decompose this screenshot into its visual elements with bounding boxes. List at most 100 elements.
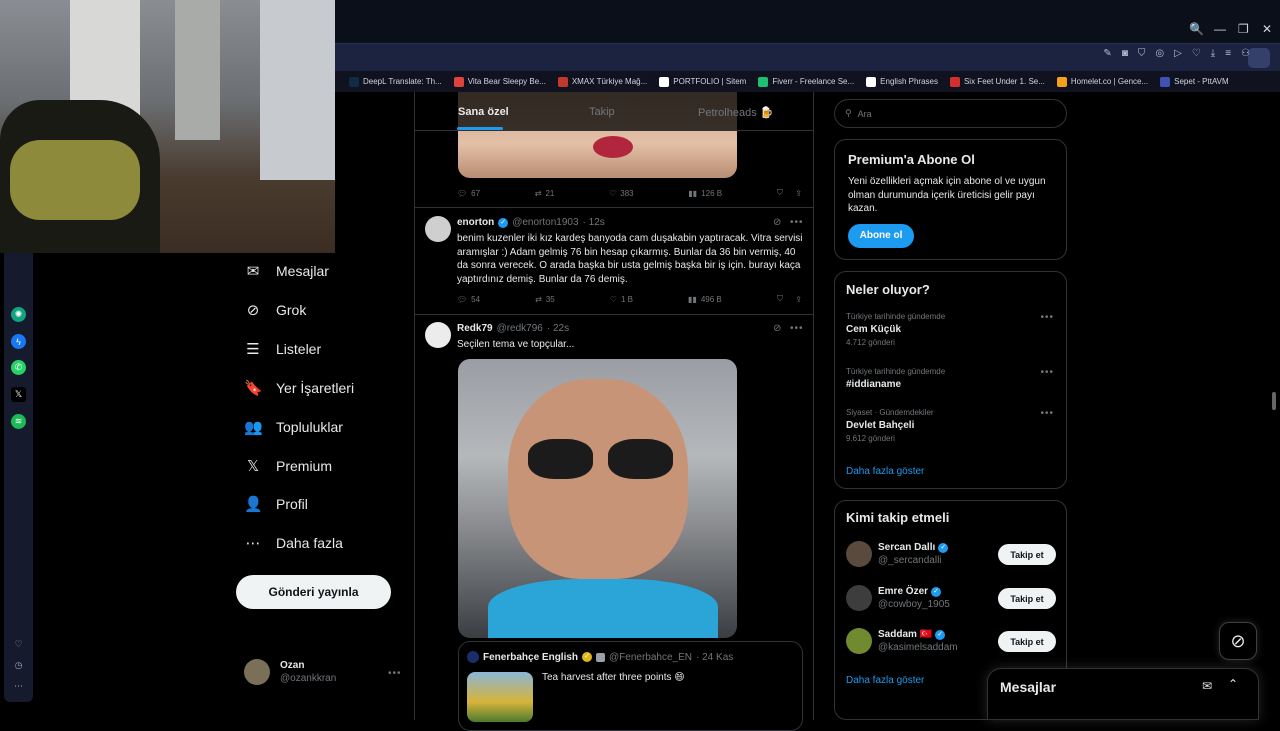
- messages-drawer[interactable]: Mesajlar ✉ ⌃: [987, 668, 1259, 720]
- grok-icon[interactable]: ⊘: [773, 217, 782, 228]
- follow-suggestion[interactable]: Saddam 🇹🇷 ✓ @kasimelsaddam: [846, 628, 958, 654]
- whatsapp-icon[interactable]: ✆: [11, 360, 26, 375]
- trend-more-icon[interactable]: •••: [1040, 367, 1054, 378]
- edit-icon[interactable]: ✎: [1103, 48, 1111, 59]
- follow-show-more-link[interactable]: Daha fazla göster: [846, 675, 924, 686]
- subscribe-button[interactable]: Abone ol: [848, 223, 914, 248]
- trends-show-more-link[interactable]: Daha fazla göster: [846, 466, 924, 477]
- bookmark-item[interactable]: Sepet - PttAVM: [1160, 76, 1229, 87]
- author-name[interactable]: enorton: [457, 217, 494, 228]
- bookmark-icon[interactable]: ⛉: [777, 188, 783, 198]
- share-icon[interactable]: ⇪: [795, 189, 802, 198]
- follow-button[interactable]: Takip et: [998, 588, 1056, 609]
- avatar[interactable]: [425, 322, 451, 348]
- trend-more-icon[interactable]: •••: [1040, 408, 1054, 419]
- tab-petrolheads[interactable]: Petrolheads 🍺: [698, 106, 773, 119]
- play-icon[interactable]: ▷: [1174, 48, 1182, 59]
- x-icon[interactable]: 𝕏: [11, 387, 26, 402]
- account-icon[interactable]: ⚇: [1241, 48, 1250, 59]
- bookmark-item[interactable]: Vita Bear Sleepy Be...: [453, 76, 546, 87]
- reply-button[interactable]: 💬︎ 67: [457, 188, 480, 198]
- nav-item-label: Profil: [276, 496, 308, 512]
- nav-item-profil[interactable]: 👤 Profil: [244, 495, 308, 513]
- menu-icon[interactable]: ≡: [1225, 48, 1231, 59]
- minimize-icon[interactable]: —: [1214, 22, 1226, 36]
- nav-item-topluluklar[interactable]: 👥 Topluluklar: [244, 418, 343, 436]
- bookmark-item[interactable]: Six Feet Under 1. Se...: [949, 76, 1045, 87]
- tweet-image[interactable]: [458, 359, 737, 638]
- author-handle[interactable]: @redk796: [497, 323, 543, 334]
- more-icon[interactable]: ⋯: [11, 679, 26, 694]
- share-icon[interactable]: ⇪: [795, 295, 802, 304]
- follow-button[interactable]: Takip et: [998, 631, 1056, 652]
- messenger-icon[interactable]: ϟ: [11, 334, 26, 349]
- nav-item-listeler[interactable]: ☰ Listeler: [244, 340, 321, 358]
- restore-icon[interactable]: ❐: [1238, 22, 1249, 36]
- vpn-icon[interactable]: ◎: [1155, 48, 1164, 59]
- bookmark-item[interactable]: DeepL Translate: Th...: [349, 76, 442, 87]
- bookmark-icon[interactable]: ⛉: [777, 294, 783, 304]
- shield-icon[interactable]: ⛉: [1138, 48, 1146, 59]
- tweet-more-icon[interactable]: •••: [790, 323, 804, 334]
- retweet-button[interactable]: ⇄ 35: [535, 294, 555, 304]
- bookmark-item[interactable]: English Phrases: [866, 76, 938, 87]
- account-switcher[interactable]: Ozan @ozankkran: [244, 659, 336, 685]
- follow-button[interactable]: Takip et: [998, 544, 1056, 565]
- reply-icon: 💬︎: [457, 188, 468, 198]
- follow-suggestion[interactable]: Emre Özer ✓ @cowboy_1905: [846, 585, 950, 611]
- heart-icon[interactable]: ♡: [1192, 48, 1201, 59]
- trend-item[interactable]: Türkiye tarihinde gündemde Cem Küçük 4.7…: [846, 312, 945, 347]
- tab-for-you[interactable]: Sana özel: [458, 106, 509, 118]
- like-button[interactable]: ♡ 1 B: [610, 294, 633, 304]
- account-more-icon[interactable]: •••: [388, 668, 402, 679]
- quote-author-name: Fenerbahçe English: [483, 651, 579, 663]
- bookmark-item[interactable]: XMAX Türkiye Mağ...: [557, 76, 647, 87]
- history-icon[interactable]: ◷: [11, 658, 26, 673]
- close-icon[interactable]: ✕: [1262, 22, 1272, 36]
- tweet-more-icon[interactable]: •••: [790, 217, 804, 228]
- verified-icon: ✓: [935, 629, 946, 640]
- tab-following[interactable]: Takip: [589, 106, 615, 118]
- nav-item-daha-fazla[interactable]: ⋯ Daha fazla: [244, 534, 343, 552]
- nav-item-yer-i-şaretleri[interactable]: 🔖 Yer İşaretleri: [244, 379, 354, 397]
- post-button[interactable]: Gönderi yayınla: [236, 575, 391, 609]
- retweet-button[interactable]: ⇄ 21: [535, 188, 555, 198]
- avatar[interactable]: [425, 216, 451, 242]
- bookmark-item[interactable]: PORTFOLIO | Sitem: [659, 76, 746, 87]
- trend-more-icon[interactable]: •••: [1040, 312, 1054, 323]
- quote-tweet[interactable]: Fenerbahçe English ✓ @Fenerbahce_EN · 24…: [458, 641, 803, 731]
- bookmark-item[interactable]: Fiverr - Freelance Se...: [758, 76, 854, 87]
- search-icon[interactable]: 🔍: [1189, 22, 1204, 36]
- extension-button[interactable]: [1248, 48, 1270, 68]
- tweet-time[interactable]: · 22s: [547, 323, 569, 334]
- reply-button[interactable]: 💬︎ 54: [457, 294, 480, 304]
- views-icon: ▮▮: [688, 188, 698, 198]
- nav-item-grok[interactable]: ⊘ Grok: [244, 301, 307, 319]
- chatgpt-icon[interactable]: ✺: [11, 307, 26, 322]
- nav-item-premium[interactable]: 𝕏 Premium: [244, 457, 332, 475]
- views-button[interactable]: ▮▮ 126 B: [688, 188, 722, 198]
- trend-item[interactable]: Türkiye tarihinde gündemde #iddianame: [846, 367, 945, 393]
- download-icon[interactable]: ⤓: [1211, 48, 1215, 59]
- bookmarks-bar: DeepL Translate: Th... Vita Bear Sleepy B…: [335, 71, 1280, 92]
- expand-icon[interactable]: ⌃: [1228, 677, 1238, 691]
- author-name[interactable]: Redk79: [457, 323, 493, 334]
- divider: [415, 314, 813, 315]
- grok-icon[interactable]: ⊘: [773, 323, 782, 334]
- page-scrollbar[interactable]: [1272, 392, 1276, 410]
- trend-item[interactable]: Siyaset · Gündemdekiler Devlet Bahçeli 9…: [846, 408, 934, 443]
- author-handle[interactable]: @enorton1903: [512, 217, 578, 228]
- search-input[interactable]: Ara: [858, 109, 872, 119]
- views-button[interactable]: ▮▮ 496 B: [688, 294, 722, 304]
- spotify-icon[interactable]: ≋: [11, 414, 26, 429]
- grok-floating-button[interactable]: ⊘: [1219, 622, 1257, 660]
- like-button[interactable]: ♡ 383: [609, 188, 634, 198]
- search-box[interactable]: ⚲ Ara: [834, 99, 1067, 128]
- tweet-time[interactable]: · 12s: [583, 217, 605, 228]
- bookmark-item[interactable]: Homelet.co | Gence...: [1056, 76, 1148, 87]
- new-message-icon[interactable]: ✉: [1202, 679, 1212, 693]
- heart-icon[interactable]: ♡: [11, 637, 26, 652]
- camera-icon[interactable]: ◙: [1122, 48, 1128, 59]
- follow-suggestion[interactable]: Sercan Dallı ✓ @_sercandalli: [846, 541, 949, 567]
- nav-item-mesajlar[interactable]: ✉ Mesajlar: [244, 262, 329, 280]
